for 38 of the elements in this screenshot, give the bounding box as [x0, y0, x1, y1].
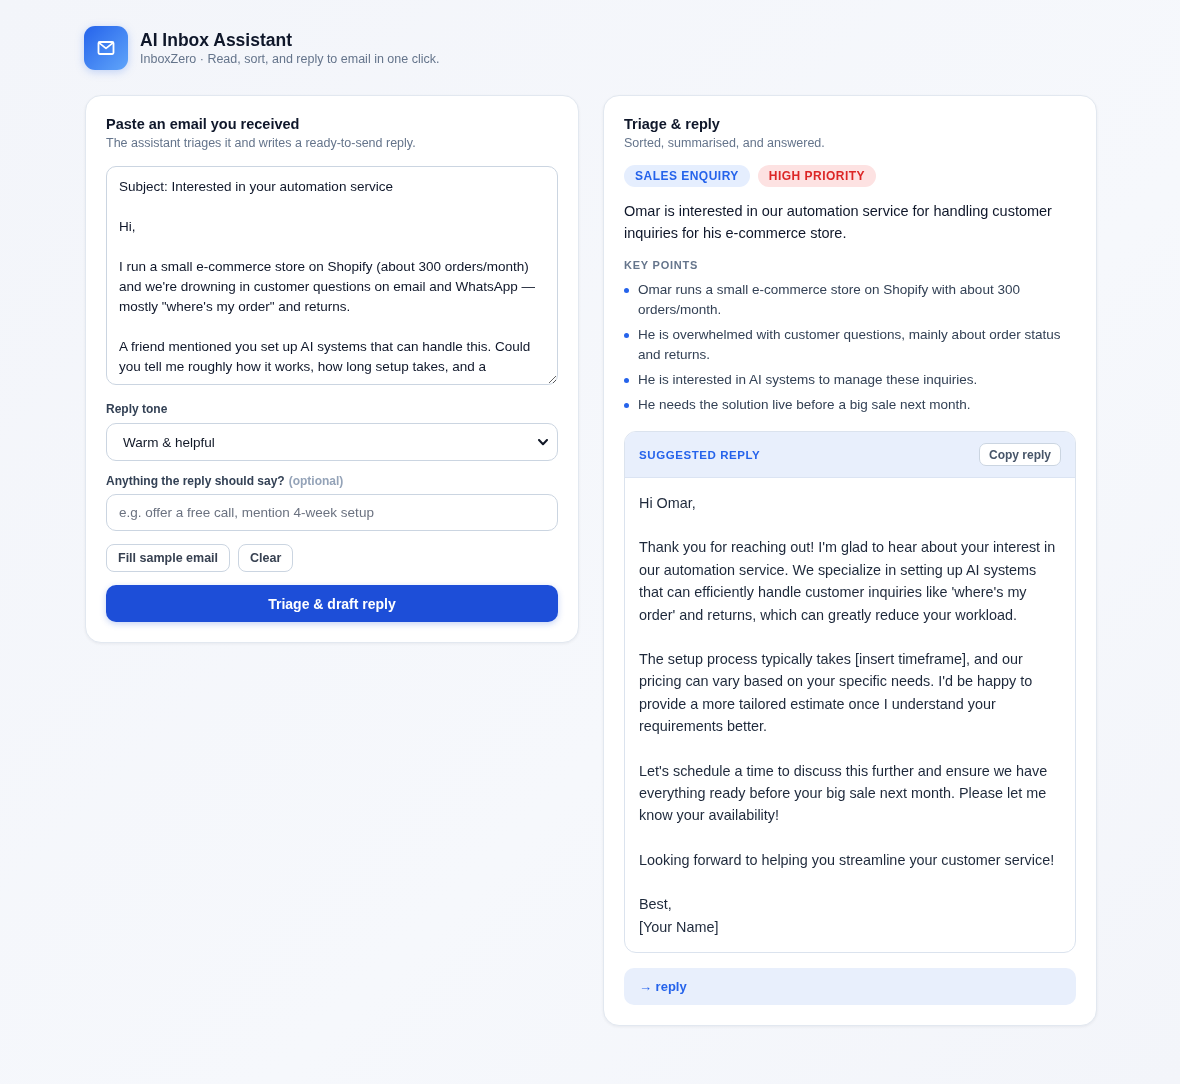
reply-paragraph: Let's schedule a time to discuss this further and ensure we have everything ready before your big sale next month. Please let me know your availability! — [639, 761, 1049, 826]
email-textarea[interactable]: Subject: Interested in your automation service Hi, I run a small e-commerce store on Shopify (about 300 orders/month) and we're drowning in customer questions on email and WhatsApp — mostly "where's my order" and returns. A friend mentioned you set up AI systems that can handle this. Could you tell me roughly how it works, how long setup takes, and a — [106, 166, 558, 385]
reply-paragraph: The setup process typically takes [insert timeframe], and our pricing can vary based on your specific needs. I'd be happy to provide a more tailored estimate once I understand your requirements better. — [639, 650, 1034, 737]
submit-button[interactable]: Triage & draft reply — [106, 585, 558, 622]
bullet-icon — [624, 378, 629, 383]
tone-select[interactable]: Warm & helpful — [106, 423, 558, 461]
summary-text: Omar is interested in our automation service for handling customer inquiries for his e-commerce store. — [624, 202, 1053, 243]
bullet-icon — [624, 288, 629, 293]
reply-paragraph: Looking forward to helping you streamline your customer service! — [639, 850, 1056, 870]
reply-paragraph: Hi Omar, — [639, 494, 697, 513]
reply-link[interactable]: → reply — [624, 968, 1076, 1006]
reply-paragraph: Best, [Your Name] — [639, 895, 720, 937]
card-title: Triage & reply — [624, 116, 721, 133]
notes-input-field[interactable]: e.g. offer a free call, mention 4-week setup — [106, 494, 558, 531]
card-subtitle: The assistant triages it and writes a ready-to-send reply. — [106, 135, 417, 151]
tag-badge: HIGH PRIORITY — [757, 165, 877, 187]
field-label: Anything the reply should say? — [106, 474, 285, 488]
bullet-icon — [624, 403, 629, 408]
section-heading: KEY POINTS — [624, 258, 700, 272]
optional-hint: (optional) — [288, 474, 344, 488]
chevron-down-icon — [538, 438, 548, 446]
tag-badge: SALES ENQUIRY — [624, 165, 750, 187]
app-subtitle: InboxZero · Read, sort, and reply to email in one click. — [140, 50, 440, 67]
section-heading: SUGGESTED REPLY — [639, 448, 761, 461]
secondary-button[interactable]: Clear — [238, 544, 294, 572]
app-title: AI Inbox Assistant — [140, 29, 293, 51]
key-point-text: He is overwhelmed with customer questions, mainly about order status and returns. — [638, 326, 1062, 364]
key-point-text: Omar runs a small e-commerce store on Shopify with about 300 orders/month. — [638, 281, 1021, 319]
key-point-text: He needs the solution live before a big sale next month. — [638, 396, 971, 414]
bullet-icon — [624, 333, 629, 338]
copy-reply-button[interactable]: Copy reply — [979, 443, 1061, 466]
key-point-text: He is interested in AI systems to manage these inquiries. — [638, 371, 978, 389]
card-title: Paste an email you received — [106, 116, 301, 133]
card-subtitle: Sorted, summarised, and answered. — [624, 135, 826, 151]
mail-icon — [84, 26, 128, 70]
reply-paragraph: Thank you for reaching out! I'm glad to hear about your interest in our automation service. We specialize in setting up AI systems that can efficiently handle customer inquiries like 'where's my order' and returns, which can greatly reduce your workload. — [639, 538, 1057, 625]
field-label: Reply tone — [106, 402, 169, 416]
secondary-button[interactable]: Fill sample email — [106, 544, 231, 572]
